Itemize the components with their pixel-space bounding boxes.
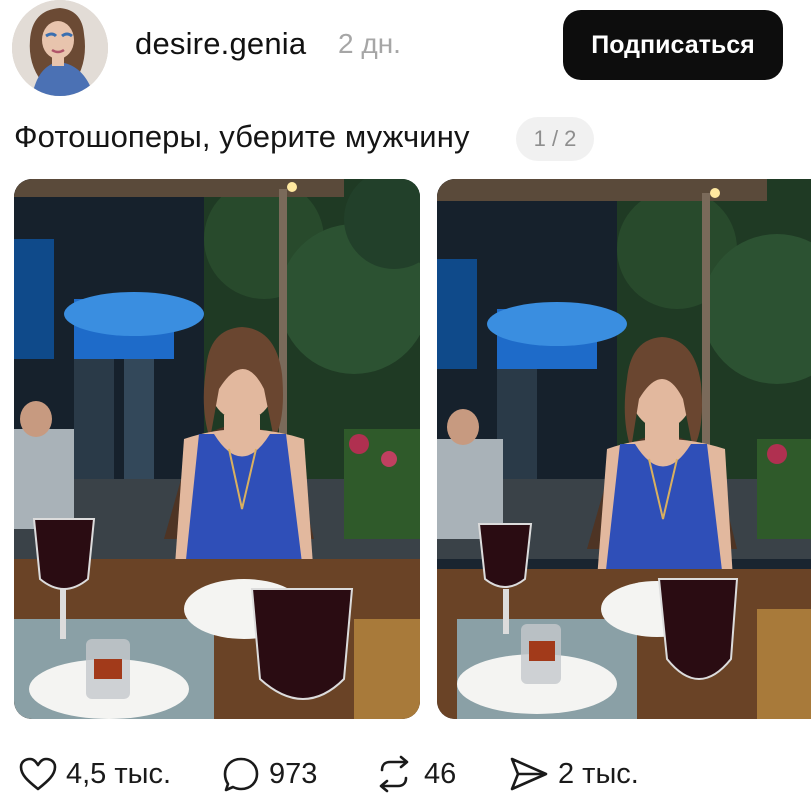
post-photo-1[interactable]	[14, 179, 420, 719]
share-count: 2 тыс.	[558, 757, 639, 790]
post-photo-2[interactable]	[437, 179, 811, 719]
repost-icon	[379, 755, 409, 793]
threads-post: desire.genia 2 дн. Подписаться Фотошопер…	[0, 0, 811, 800]
comment-button[interactable]: 973	[221, 752, 317, 796]
repost-button[interactable]: 46	[372, 752, 456, 796]
avatar[interactable]	[12, 0, 108, 96]
comment-count: 973	[269, 757, 318, 790]
share-button[interactable]: 2 тыс.	[508, 752, 639, 796]
post-time: 2 дн.	[338, 28, 401, 59]
username-link[interactable]: desire.genia	[135, 26, 306, 62]
photo-1-image	[14, 179, 420, 719]
repost-count: 46	[424, 757, 457, 790]
avatar-image	[12, 0, 108, 96]
comment-bubble-icon	[223, 757, 259, 792]
carousel-counter-badge: 1 / 2	[516, 117, 594, 161]
photo-2-image	[437, 179, 811, 719]
post-caption: Фотошоперы, уберите мужчину	[14, 119, 470, 154]
like-button[interactable]: 4,5 тыс.	[18, 752, 171, 796]
heart-icon	[19, 757, 57, 791]
like-count: 4,5 тыс.	[66, 757, 172, 790]
send-icon	[510, 757, 548, 791]
subscribe-button[interactable]: Подписаться	[563, 10, 783, 80]
